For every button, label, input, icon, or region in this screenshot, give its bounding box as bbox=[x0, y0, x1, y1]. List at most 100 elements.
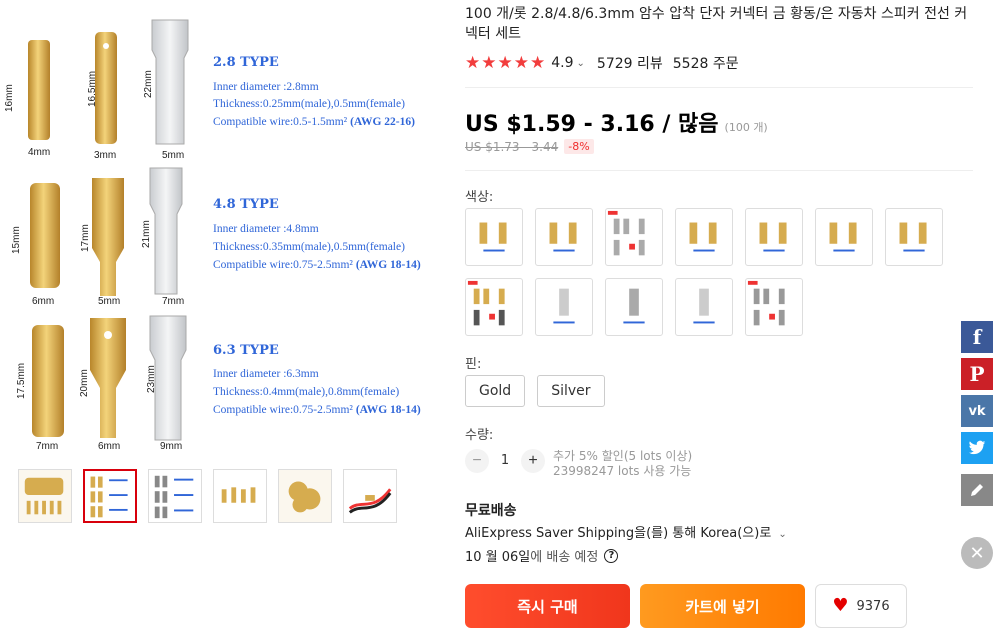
product-title: 100 개/롯 2.8/4.8/6.3mm 암수 압착 단자 커넥터 금 황동/… bbox=[465, 6, 968, 42]
svg-text:15mm: 15mm bbox=[11, 226, 22, 254]
product-image-canvas: 16mm 4mm 16.5mm 3mm 22mm 5mm 2.8 TYPE In… bbox=[4, 19, 421, 452]
quantity-note: 추가 5% 할인(5 lots 이상) 23998247 lots 사용 가능 bbox=[553, 449, 692, 479]
svg-text:5mm: 5mm bbox=[162, 150, 184, 161]
svg-text:20mm: 20mm bbox=[79, 369, 90, 397]
svg-text:5mm: 5mm bbox=[98, 296, 120, 307]
discount-badge: -8% bbox=[564, 139, 594, 154]
add-to-cart-button[interactable]: 카트에 넣기 bbox=[640, 584, 805, 628]
svg-text:4mm: 4mm bbox=[28, 147, 50, 158]
minus-icon[interactable]: − bbox=[465, 449, 489, 473]
divider bbox=[465, 170, 973, 171]
thumbnail-3[interactable] bbox=[148, 469, 202, 523]
svg-text:Compatible wire:0.5-1.5mm²(AWG: Compatible wire:0.5-1.5mm² (AWG 22-16) bbox=[213, 116, 415, 128]
color-swatch-4[interactable] bbox=[675, 208, 733, 266]
thumbnail-6[interactable] bbox=[343, 469, 397, 523]
shipping-method-text: AliExpress Saver Shipping을(를) 통해 Korea(으… bbox=[465, 526, 772, 541]
female-terminal-63 bbox=[32, 325, 64, 437]
plus-icon[interactable]: + bbox=[521, 449, 545, 473]
pin-option-gold[interactable]: Gold bbox=[465, 375, 526, 407]
color-swatch-1[interactable] bbox=[465, 208, 523, 266]
svg-text:Inner diameter :2.8mm: Inner diameter :2.8mm bbox=[213, 81, 319, 93]
heart-icon: ♥ bbox=[832, 595, 849, 616]
quantity-stepper: − 1 + 추가 5% 할인(5 lots 이상) 23998247 lots … bbox=[465, 449, 692, 479]
color-label: 색상: bbox=[465, 190, 494, 205]
social-share-rail: f P vk bbox=[961, 321, 993, 511]
svg-text:Compatible wire:0.75-2.5mm²(AW: Compatible wire:0.75-2.5mm² (AWG 18-14) bbox=[213, 404, 421, 416]
color-swatch-5[interactable] bbox=[745, 208, 803, 266]
svg-text:6mm: 6mm bbox=[32, 296, 54, 307]
rating-stars: ★ ★ ★ ★ ★ bbox=[465, 54, 545, 72]
pin-option-silver[interactable]: Silver bbox=[537, 375, 605, 407]
main-product-image[interactable]: 16mm 4mm 16.5mm 3mm 22mm 5mm 2.8 TYPE In… bbox=[0, 0, 440, 460]
price-row: US $1.59 - 3.16 / 많음 (100 개) bbox=[465, 106, 768, 138]
color-swatches bbox=[465, 208, 955, 336]
thumbnail-5[interactable] bbox=[278, 469, 332, 523]
color-swatch-7[interactable] bbox=[885, 208, 943, 266]
svg-text:Thickness:0.4mm(male),0.8mm(fe: Thickness:0.4mm(male),0.8mm(female) bbox=[213, 386, 399, 398]
facebook-icon[interactable]: f bbox=[961, 321, 993, 353]
buy-now-button[interactable]: 즉시 구매 bbox=[465, 584, 630, 628]
star-icon: ★ bbox=[497, 53, 513, 73]
svg-text:16mm: 16mm bbox=[4, 84, 15, 112]
color-swatch-11[interactable] bbox=[675, 278, 733, 336]
color-swatch-9[interactable] bbox=[535, 278, 593, 336]
insulator-28 bbox=[151, 19, 189, 145]
thumbnail-4[interactable] bbox=[213, 469, 267, 523]
pin-options: Gold Silver bbox=[465, 375, 605, 407]
svg-text:Thickness:0.35mm(male),0.5mm(f: Thickness:0.35mm(male),0.5mm(female) bbox=[213, 241, 405, 253]
pin-label: 핀: bbox=[465, 357, 482, 372]
female-terminal-48 bbox=[30, 183, 60, 288]
review-count[interactable]: 5729 리뷰 bbox=[597, 53, 663, 73]
delivery-date-value: 10 월 06일 bbox=[465, 550, 531, 565]
type-63-row: 17.5mm 7mm 20mm 6mm 23mm 9mm 6.3 TYPE In… bbox=[16, 315, 421, 452]
color-swatch-6[interactable] bbox=[815, 208, 873, 266]
twitter-icon[interactable] bbox=[961, 432, 993, 464]
svg-text:Inner diameter :6.3mm: Inner diameter :6.3mm bbox=[213, 368, 319, 380]
chevron-down-icon[interactable]: ⌄ bbox=[577, 58, 585, 69]
shipping-method[interactable]: AliExpress Saver Shipping을(를) 통해 Korea(으… bbox=[465, 522, 787, 541]
star-icon: ★ bbox=[513, 53, 529, 73]
color-swatch-10[interactable] bbox=[605, 278, 663, 336]
type-48-row: 15mm 6mm 17mm 5mm 21mm 7mm 4.8 TYPE Inne… bbox=[11, 167, 421, 307]
svg-text:6mm: 6mm bbox=[98, 441, 120, 452]
thumbnail-1[interactable] bbox=[18, 469, 72, 523]
wishlist-count: 9376 bbox=[856, 598, 890, 614]
stock-available: 23998247 lots 사용 가능 bbox=[553, 464, 692, 478]
edit-icon[interactable] bbox=[961, 474, 993, 506]
svg-text:16.5mm: 16.5mm bbox=[87, 71, 98, 107]
close-icon[interactable]: ✕ bbox=[961, 537, 993, 569]
svg-text:9mm: 9mm bbox=[160, 441, 182, 452]
delivery-date-suffix: 에 배송 예정 bbox=[530, 550, 599, 565]
pinterest-icon[interactable]: P bbox=[961, 358, 993, 390]
wishlist-button[interactable]: ♥ 9376 bbox=[815, 584, 907, 628]
color-swatch-12[interactable] bbox=[745, 278, 803, 336]
help-icon[interactable]: ? bbox=[604, 548, 619, 563]
delivery-date: 10 월 06일 에 배송 예정 ? bbox=[465, 546, 619, 565]
svg-text:6.3 TYPE: 6.3 TYPE bbox=[213, 343, 279, 358]
thumbnail-2[interactable] bbox=[83, 469, 137, 523]
current-price: US $1.59 - 3.16 / 많음 bbox=[465, 112, 719, 137]
svg-text:17mm: 17mm bbox=[80, 224, 91, 252]
quantity-value[interactable]: 1 bbox=[489, 449, 521, 473]
chevron-down-icon: ⌄ bbox=[778, 529, 787, 540]
color-swatch-3[interactable] bbox=[605, 208, 663, 266]
svg-text:7mm: 7mm bbox=[162, 296, 184, 307]
insulator-48 bbox=[149, 167, 183, 295]
purchase-actions: 즉시 구매 카트에 넣기 ♥ 9376 bbox=[465, 584, 907, 628]
thumbnail-strip bbox=[18, 469, 397, 523]
color-swatch-2[interactable] bbox=[535, 208, 593, 266]
color-swatch-8[interactable] bbox=[465, 278, 523, 336]
svg-text:Inner diameter :4.8mm: Inner diameter :4.8mm bbox=[213, 223, 319, 235]
vk-icon[interactable]: vk bbox=[961, 395, 993, 427]
rating-value[interactable]: 4.9 bbox=[551, 55, 573, 71]
svg-text:17.5mm: 17.5mm bbox=[16, 363, 27, 399]
original-price-row: US $1.73 - 3.44 -8% bbox=[465, 139, 594, 154]
quantity-label: 수량: bbox=[465, 428, 494, 443]
male-terminal-48 bbox=[92, 178, 124, 296]
bulk-discount-note: 추가 5% 할인(5 lots 이상) bbox=[553, 449, 693, 463]
type-28-row: 16mm 4mm 16.5mm 3mm 22mm 5mm 2.8 TYPE In… bbox=[4, 19, 415, 161]
shipping-title: 무료배송 bbox=[465, 503, 517, 519]
svg-text:22mm: 22mm bbox=[143, 70, 154, 98]
order-count: 5528 주문 bbox=[672, 56, 739, 72]
svg-text:21mm: 21mm bbox=[141, 220, 152, 248]
